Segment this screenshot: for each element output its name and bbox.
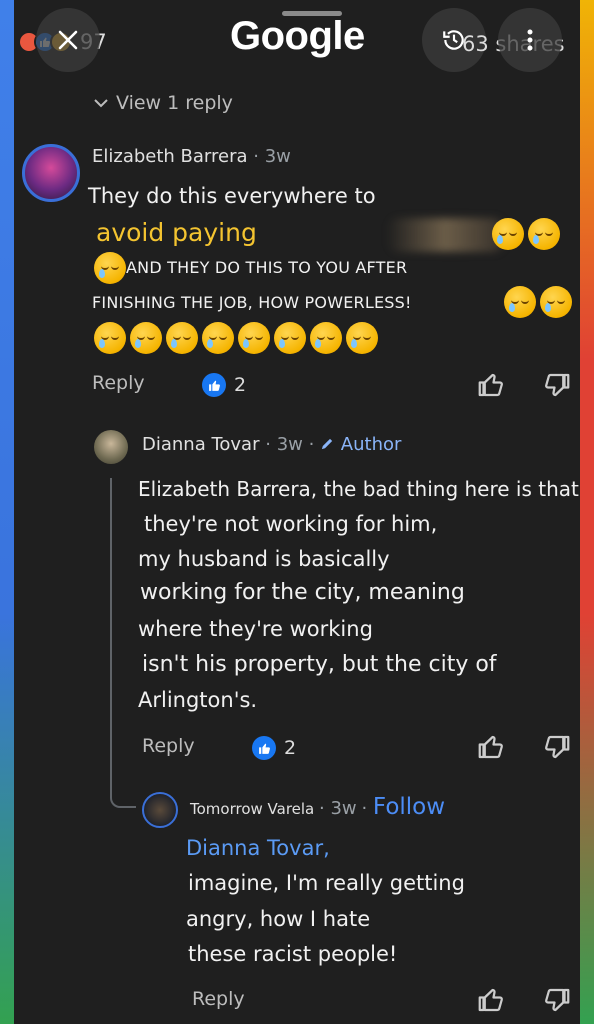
mention-link[interactable]: Dianna Tovar, — [186, 836, 330, 860]
more-vert-icon — [527, 29, 533, 51]
emoji-group — [504, 286, 576, 318]
comment-text-line: imagine, I'm really getting — [188, 871, 465, 895]
sad-emoji-icon — [166, 322, 198, 354]
like-count[interactable]: 2 — [252, 736, 296, 760]
like-icon — [202, 373, 226, 397]
avatar[interactable] — [94, 430, 128, 464]
sad-emoji-icon — [130, 322, 162, 354]
comment-text-line: working for the city, meaning — [140, 580, 465, 605]
like-icon — [252, 736, 276, 760]
sad-emoji-icon — [94, 252, 126, 284]
emoji-group — [492, 218, 564, 250]
blurred-region — [386, 218, 504, 252]
thumbs-down-icon[interactable] — [542, 370, 572, 400]
comment-header: Tomorrow Varela · 3w · Follow — [190, 794, 446, 820]
edge-glow-left — [0, 0, 14, 1024]
more-options-button[interactable] — [498, 8, 562, 72]
emoji-group — [94, 252, 130, 284]
sad-emoji-icon — [310, 322, 342, 354]
thumbs-down-icon[interactable] — [542, 732, 572, 762]
author-badge: Author — [320, 434, 401, 455]
thumbs-up-icon[interactable] — [476, 370, 506, 400]
comment-header: Dianna Tovar · 3w · Author — [142, 434, 402, 455]
sad-emoji-icon — [346, 322, 378, 354]
sad-emoji-icon — [274, 322, 306, 354]
comment-text-line: AND THEY DO THIS TO YOU AFTER — [126, 258, 408, 277]
sad-emoji-icon — [540, 286, 572, 318]
view-replies-label: View 1 reply — [116, 92, 233, 114]
edge-glow-right — [580, 0, 594, 1024]
reply-button[interactable]: Reply — [142, 735, 195, 757]
like-count-value: 2 — [284, 737, 297, 759]
comment-text-line: isn't his property, but the city of — [142, 652, 497, 677]
comment-text-line: they're not working for him, — [144, 512, 438, 536]
comments-screen: 97 Google 63 shares View 1 reply Elizabe… — [14, 0, 580, 1024]
comment-header: Elizabeth Barrera · 3w — [92, 146, 291, 167]
avatar[interactable] — [142, 792, 178, 828]
thumbs-up-icon[interactable] — [476, 732, 506, 762]
reply-button[interactable]: Reply — [92, 372, 145, 394]
sad-emoji-icon — [504, 286, 536, 318]
reply-button[interactable]: Reply — [192, 988, 245, 1010]
pencil-icon — [321, 438, 333, 450]
close-button[interactable] — [36, 8, 100, 72]
top-overlay: 97 Google 63 shares — [14, 0, 580, 80]
comment-time: 3w — [330, 798, 357, 819]
sad-emoji-icon — [492, 218, 524, 250]
google-logo: Google — [230, 14, 365, 58]
comment-highlight-text: avoid paying — [96, 218, 257, 247]
emoji-group — [94, 322, 382, 354]
close-icon — [58, 30, 78, 50]
follow-button[interactable]: Follow — [373, 794, 445, 820]
comment-text-line: these racist people! — [188, 942, 398, 966]
sad-emoji-icon — [94, 322, 126, 354]
author-name[interactable]: Tomorrow Varela — [190, 800, 314, 818]
author-name[interactable]: Elizabeth Barrera — [92, 146, 248, 167]
author-name[interactable]: Dianna Tovar — [142, 434, 260, 455]
comment-text-line: They do this everywhere to — [88, 184, 376, 208]
sad-emoji-icon — [238, 322, 270, 354]
comment-time: 3w — [264, 146, 291, 167]
avatar[interactable] — [22, 144, 80, 202]
thumbs-up-icon[interactable] — [476, 985, 506, 1015]
comment-time: 3w — [276, 434, 303, 455]
comment-text-line: Arlington's. — [138, 688, 258, 712]
thumbs-down-icon[interactable] — [542, 985, 572, 1015]
author-badge-label: Author — [340, 434, 402, 455]
comment-text-line: my husband is basically — [138, 547, 390, 571]
comment-text-line: Elizabeth Barrera, the bad thing here is… — [138, 477, 579, 501]
comment-text-line: where they're working — [138, 617, 373, 641]
view-replies-link[interactable]: View 1 reply — [94, 92, 233, 114]
comment-text-line: angry, how I hate — [186, 907, 371, 931]
sad-emoji-icon — [528, 218, 560, 250]
like-count-value: 2 — [234, 374, 247, 396]
chevron-down-icon — [94, 99, 108, 108]
sad-emoji-icon — [202, 322, 234, 354]
comment-text-line: FINISHING THE JOB, HOW POWERLESS! — [92, 293, 412, 312]
thread-connector — [110, 478, 136, 808]
like-count[interactable]: 2 — [202, 373, 246, 397]
